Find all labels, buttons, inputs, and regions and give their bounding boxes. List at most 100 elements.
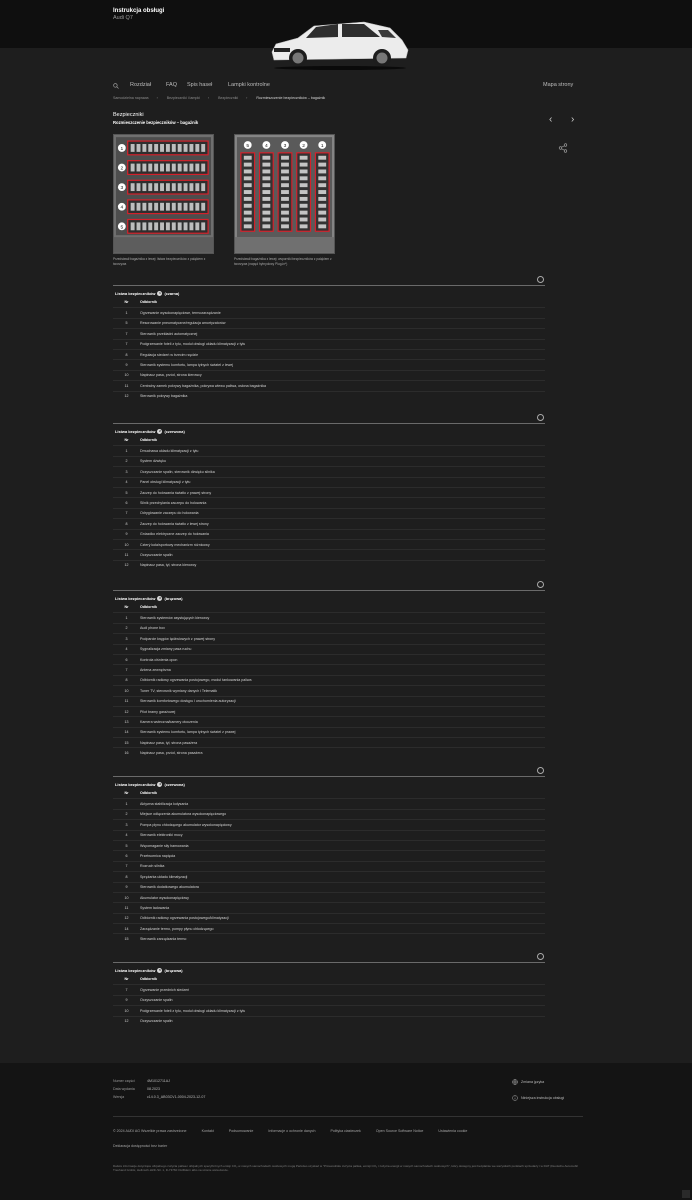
- footer-link-cookies[interactable]: Polityka ciasteczek: [330, 1129, 360, 1133]
- breadcrumb-item[interactable]: Samodzielna naprawa: [113, 96, 149, 100]
- fuse-panel-image-left[interactable]: 1 2 3 4 5: [113, 134, 214, 254]
- fuse: [183, 163, 188, 172]
- consumer-name: Zaczep do holowania światło z prawej str…: [140, 490, 212, 495]
- table-row: 6 Kontrola ciśnienia opon: [113, 653, 545, 664]
- table-color: (czerwona): [164, 429, 185, 434]
- table-row: 5 Wspomaganie siły hamowania: [113, 839, 545, 850]
- globe-icon[interactable]: [512, 1079, 518, 1085]
- fuse: [148, 222, 153, 231]
- next-page-button[interactable]: ›: [571, 114, 574, 125]
- consumer-name: Odbiornik radiowy ogrzewania postojowego…: [140, 678, 252, 683]
- table-row: 1 Ogrzewanie wysokonapięciowe, termozarzą…: [113, 307, 545, 317]
- nav-index[interactable]: Spis haseł: [187, 82, 212, 88]
- consumer-name: Sterownik zarządzania termo: [140, 937, 187, 942]
- footer-link-contact[interactable]: Kontakt: [202, 1129, 214, 1133]
- fuse: [183, 183, 188, 192]
- fuse: [130, 202, 135, 211]
- fuse: [154, 202, 159, 211]
- table-row: 12 Napinacz pasa, tył, strona kierowcy: [113, 559, 545, 570]
- fuse: [281, 183, 289, 188]
- footer-link-privacy[interactable]: Informacje o ochronie danych: [268, 1129, 315, 1133]
- fuse: [262, 210, 271, 215]
- share-icon[interactable]: [558, 143, 568, 153]
- image-zoom-icon[interactable]: [537, 767, 544, 774]
- fuse: [130, 183, 135, 192]
- fuse: [281, 169, 289, 174]
- table-title-text: Listwa bezpieczników: [115, 596, 156, 601]
- breadcrumb-item[interactable]: Bezpieczniki i lampki: [167, 96, 200, 100]
- table-row: 15 Sterownik zarządzania termo: [113, 933, 545, 943]
- nav-sitemap[interactable]: Mapa strony: [543, 82, 573, 88]
- fuse-number: 3: [125, 469, 128, 474]
- table-row: 7 Rozruch silnika: [113, 860, 545, 871]
- breadcrumb-item[interactable]: Bezpieczniki: [218, 96, 238, 100]
- search-icon[interactable]: [113, 83, 119, 89]
- image-zoom-icon[interactable]: [537, 276, 544, 283]
- scroll-corner[interactable]: [682, 1190, 690, 1198]
- footer-link-summary[interactable]: Podsumowanie: [229, 1129, 254, 1133]
- fuse: [154, 183, 159, 192]
- nav-chapter[interactable]: Rozdział: [130, 82, 151, 88]
- callout-label: 4: [265, 143, 268, 149]
- change-language-link[interactable]: Zmiana języka: [521, 1080, 544, 1084]
- fuse-number: 6: [125, 657, 128, 662]
- nav-warning-lights[interactable]: Lampki kontrolne: [228, 82, 270, 88]
- fuse-number: 6: [125, 854, 128, 859]
- fuse: [262, 183, 271, 188]
- consumer-name: System dźwięku: [140, 459, 166, 464]
- fuse: [165, 183, 170, 192]
- footer-link-cookie-settings[interactable]: Ustawienia cookie: [438, 1129, 467, 1133]
- fuse: [195, 144, 200, 152]
- table-row: 5 Resorowanie pneumatyczne/regulacja amor…: [113, 317, 545, 328]
- column-header-odbiornik: Odbiornik: [140, 438, 157, 443]
- column-header-nr: Nr: [124, 977, 129, 982]
- prev-page-button[interactable]: ‹: [549, 114, 552, 125]
- table-header-row: Nr Odbiornik: [113, 435, 545, 445]
- image-zoom-icon[interactable]: [537, 414, 544, 421]
- fuse: [262, 176, 271, 181]
- fuse-table: Listwa bezpieczników 5 (brązowa) Nr Odbiorni…: [113, 962, 545, 1026]
- table-row: 9 Oczyszczanie spalin: [113, 994, 545, 1005]
- fuse-number: 14: [124, 926, 129, 931]
- fuse: [281, 210, 289, 215]
- consumer-name: Sterownik przekładni automatycznej: [140, 331, 198, 336]
- info-icon[interactable]: [512, 1095, 518, 1101]
- table-row: 10 Akumulator wysokonapięciowy: [113, 891, 545, 902]
- table-row: 1 Aktywna stabilizacja kołysania: [113, 798, 545, 808]
- fuse: [262, 162, 271, 167]
- image-zoom-icon[interactable]: [537, 581, 544, 588]
- fuse-number: 3: [125, 822, 128, 827]
- fuse: [130, 144, 135, 152]
- fuse: [189, 202, 194, 211]
- footer-link-oss[interactable]: Open Source Software Notice: [376, 1129, 424, 1133]
- table-color: (brązowa): [164, 596, 183, 601]
- table-title: Listwa bezpieczników 5 (brązowa): [113, 963, 545, 974]
- consumer-name: Sterownik systemu komfortu, lampa tylnyc…: [140, 363, 234, 368]
- consumer-name: Oczyszczanie spalin: [140, 552, 173, 557]
- part-number-label: Numer części: [113, 1079, 135, 1083]
- fuse-table: Listwa bezpieczników 3 (brązowa) Nr Odbiorni…: [113, 590, 545, 758]
- table-row: 4 Sygnalizacja zmiany pasa ruchu: [113, 643, 545, 654]
- manual-notice-link[interactable]: Niniejsza instrukcja obsługi: [521, 1096, 564, 1100]
- fuse: [165, 144, 170, 152]
- image-caption-left: Przedstawił bagażnika z lewej: listwa be…: [113, 257, 206, 266]
- consumer-name: Odryglowanie zaczepu do holowania: [140, 511, 199, 516]
- fuse-number: 9: [125, 998, 128, 1003]
- fuse-number: 4: [125, 833, 128, 838]
- fuse-panel-image-right[interactable]: 5 4 3 2 1: [234, 134, 335, 254]
- fuse: [243, 210, 252, 215]
- fuse-number: 15: [124, 740, 129, 745]
- image-zoom-icon[interactable]: [537, 953, 544, 960]
- nav-faq[interactable]: FAQ: [166, 82, 177, 88]
- fuse-number: 7: [125, 511, 128, 516]
- consumer-name: Zarządzanie termo, pompy płynu chłodzące…: [140, 926, 214, 931]
- callout-label: 3: [284, 143, 287, 149]
- accessibility-link[interactable]: Deklaracja dostępności bez barier: [113, 1144, 167, 1148]
- fuse: [136, 183, 141, 192]
- table-row: 12 Pilot bramy garażowej: [113, 705, 545, 716]
- table-row: 10 Tuner TV, sterownik wymiany danych i T…: [113, 685, 545, 695]
- fuse-number: 2: [125, 626, 128, 631]
- table-color: (czarna): [164, 291, 180, 296]
- fuse: [177, 222, 182, 231]
- fuse: [160, 202, 164, 211]
